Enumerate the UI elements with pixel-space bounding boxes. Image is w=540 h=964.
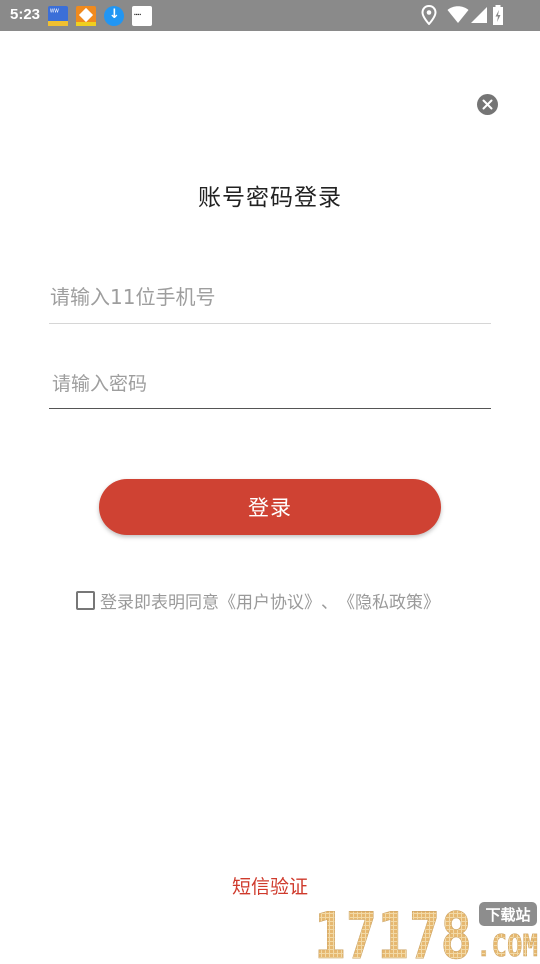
app-notification-icon: ᵂᵂ	[48, 6, 68, 26]
watermark-badge-text: 下载站	[485, 906, 530, 924]
battery-charging-icon	[493, 5, 503, 25]
watermark-number: 17178	[314, 900, 472, 960]
sms-login-link[interactable]: 短信验证	[0, 872, 540, 899]
location-icon	[421, 5, 437, 25]
phone-input[interactable]	[49, 276, 491, 323]
cell-signal-icon	[471, 7, 487, 23]
download-icon: ↓	[104, 6, 124, 26]
page-title: 账号密码登录	[198, 185, 342, 211]
close-button[interactable]	[477, 94, 498, 115]
watermark-suffix: .COM	[476, 929, 538, 960]
app-notification-icon	[76, 6, 96, 26]
phone-field-container	[49, 276, 491, 324]
close-icon	[482, 99, 493, 110]
login-button[interactable]: 登录	[99, 479, 441, 535]
agreement-text: 登录即表明同意	[100, 592, 219, 613]
app-notification-icon: ▪▪▪▪	[132, 6, 152, 26]
watermark-logo: 17178 下载站 .COM	[314, 898, 540, 964]
wifi-icon	[447, 6, 469, 23]
agreement-separator: 、	[321, 592, 338, 613]
status-time: 5:23	[10, 6, 41, 23]
user-agreement-link[interactable]: 《用户协议》	[219, 588, 321, 613]
privacy-policy-link[interactable]: 《隐私政策》	[338, 588, 440, 613]
agreement-checkbox[interactable]	[76, 590, 95, 610]
status-bar: 5:23 ᵂᵂ ↓ ▪▪▪▪	[0, 0, 540, 31]
password-field-container	[49, 366, 491, 409]
agreement-row: 登录即表明同意 《用户协议》 、 《隐私政策》	[76, 588, 440, 613]
password-input[interactable]	[49, 366, 491, 408]
